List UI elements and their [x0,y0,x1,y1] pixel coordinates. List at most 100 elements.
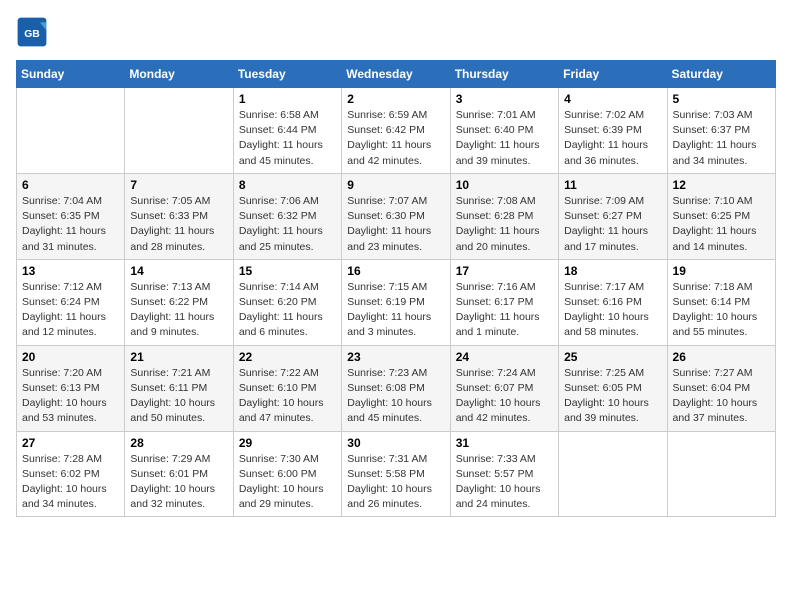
day-info: Sunrise: 7:22 AMSunset: 6:10 PMDaylight:… [239,366,336,427]
weekday-header-row: SundayMondayTuesdayWednesdayThursdayFrid… [17,61,776,88]
day-info: Sunrise: 7:18 AMSunset: 6:14 PMDaylight:… [673,280,770,341]
calendar-cell: 26 Sunrise: 7:27 AMSunset: 6:04 PMDayligh… [667,345,775,431]
day-info: Sunrise: 7:02 AMSunset: 6:39 PMDaylight:… [564,108,661,169]
day-number: 23 [347,350,444,364]
calendar-cell: 10Sunrise: 7:08 AMSunset: 6:28 PMDayligh… [450,173,558,259]
calendar-cell: 17Sunrise: 7:16 AMSunset: 6:17 PMDayligh… [450,259,558,345]
day-info: Sunrise: 7:04 AMSunset: 6:35 PMDaylight:… [22,194,119,255]
day-number: 22 [239,350,336,364]
calendar-cell: 1 Sunrise: 6:58 AMSunset: 6:44 PMDaylight… [233,88,341,174]
day-number: 6 [22,178,119,192]
day-info: Sunrise: 7:24 AMSunset: 6:07 PMDaylight:… [456,366,553,427]
day-info: Sunrise: 7:06 AMSunset: 6:32 PMDaylight:… [239,194,336,255]
calendar-table: SundayMondayTuesdayWednesdayThursdayFrid… [16,60,776,517]
calendar-cell: 8 Sunrise: 7:06 AMSunset: 6:32 PMDaylight… [233,173,341,259]
calendar-cell: 22 Sunrise: 7:22 AMSunset: 6:10 PMDayligh… [233,345,341,431]
day-number: 20 [22,350,119,364]
calendar-cell: 2 Sunrise: 6:59 AMSunset: 6:42 PMDaylight… [342,88,450,174]
calendar-week-row: 27 Sunrise: 7:28 AMSunset: 6:02 PMDayligh… [17,431,776,517]
day-info: Sunrise: 7:31 AMSunset: 5:58 PMDaylight:… [347,452,444,513]
day-number: 21 [130,350,227,364]
day-info: Sunrise: 7:07 AMSunset: 6:30 PMDaylight:… [347,194,444,255]
calendar-cell [125,88,233,174]
day-info: Sunrise: 7:09 AMSunset: 6:27 PMDaylight:… [564,194,661,255]
day-info: Sunrise: 7:30 AMSunset: 6:00 PMDaylight:… [239,452,336,513]
logo-icon: GB [16,16,48,48]
day-number: 29 [239,436,336,450]
day-number: 18 [564,264,661,278]
day-info: Sunrise: 7:01 AMSunset: 6:40 PMDaylight:… [456,108,553,169]
calendar-cell [667,431,775,517]
calendar-cell: 7Sunrise: 7:05 AMSunset: 6:33 PMDaylight… [125,173,233,259]
day-number: 12 [673,178,770,192]
calendar-cell: 21 Sunrise: 7:21 AMSunset: 6:11 PMDayligh… [125,345,233,431]
calendar-cell: 25Sunrise: 7:25 AMSunset: 6:05 PMDayligh… [559,345,667,431]
weekday-header-monday: Monday [125,61,233,88]
calendar-cell: 16 Sunrise: 7:15 AMSunset: 6:19 PMDayligh… [342,259,450,345]
calendar-week-row: 1 Sunrise: 6:58 AMSunset: 6:44 PMDaylight… [17,88,776,174]
day-info: Sunrise: 7:33 AMSunset: 5:57 PMDaylight:… [456,452,553,513]
day-number: 26 [673,350,770,364]
weekday-header-friday: Friday [559,61,667,88]
calendar-cell: 29 Sunrise: 7:30 AMSunset: 6:00 PMDayligh… [233,431,341,517]
day-info: Sunrise: 7:25 AMSunset: 6:05 PMDaylight:… [564,366,661,427]
calendar-cell: 9 Sunrise: 7:07 AMSunset: 6:30 PMDaylight… [342,173,450,259]
calendar-cell: 18Sunrise: 7:17 AMSunset: 6:16 PMDayligh… [559,259,667,345]
calendar-cell: 15 Sunrise: 7:14 AMSunset: 6:20 PMDayligh… [233,259,341,345]
day-number: 11 [564,178,661,192]
day-number: 9 [347,178,444,192]
day-number: 19 [673,264,770,278]
day-number: 8 [239,178,336,192]
day-number: 2 [347,92,444,106]
calendar-cell: 5 Sunrise: 7:03 AMSunset: 6:37 PMDaylight… [667,88,775,174]
calendar-cell: 12 Sunrise: 7:10 AMSunset: 6:25 PMDayligh… [667,173,775,259]
calendar-cell: 6 Sunrise: 7:04 AMSunset: 6:35 PMDaylight… [17,173,125,259]
calendar-cell: 28Sunrise: 7:29 AMSunset: 6:01 PMDayligh… [125,431,233,517]
page-header: GB [16,16,776,48]
calendar-cell: 30 Sunrise: 7:31 AMSunset: 5:58 PMDayligh… [342,431,450,517]
calendar-week-row: 20Sunrise: 7:20 AMSunset: 6:13 PMDayligh… [17,345,776,431]
calendar-week-row: 13 Sunrise: 7:12 AMSunset: 6:24 PMDayligh… [17,259,776,345]
day-info: Sunrise: 7:27 AMSunset: 6:04 PMDaylight:… [673,366,770,427]
calendar-cell: 24 Sunrise: 7:24 AMSunset: 6:07 PMDayligh… [450,345,558,431]
calendar-cell: 11 Sunrise: 7:09 AMSunset: 6:27 PMDayligh… [559,173,667,259]
day-info: Sunrise: 7:03 AMSunset: 6:37 PMDaylight:… [673,108,770,169]
calendar-week-row: 6 Sunrise: 7:04 AMSunset: 6:35 PMDaylight… [17,173,776,259]
day-number: 17 [456,264,553,278]
day-info: Sunrise: 7:14 AMSunset: 6:20 PMDaylight:… [239,280,336,341]
weekday-header-tuesday: Tuesday [233,61,341,88]
day-info: Sunrise: 7:12 AMSunset: 6:24 PMDaylight:… [22,280,119,341]
day-info: Sunrise: 6:59 AMSunset: 6:42 PMDaylight:… [347,108,444,169]
weekday-header-thursday: Thursday [450,61,558,88]
svg-text:GB: GB [24,29,40,40]
day-info: Sunrise: 7:10 AMSunset: 6:25 PMDaylight:… [673,194,770,255]
day-info: Sunrise: 7:23 AMSunset: 6:08 PMDaylight:… [347,366,444,427]
day-info: Sunrise: 7:21 AMSunset: 6:11 PMDaylight:… [130,366,227,427]
calendar-cell: 14Sunrise: 7:13 AMSunset: 6:22 PMDayligh… [125,259,233,345]
day-info: Sunrise: 7:28 AMSunset: 6:02 PMDaylight:… [22,452,119,513]
weekday-header-saturday: Saturday [667,61,775,88]
day-number: 16 [347,264,444,278]
day-number: 7 [130,178,227,192]
day-number: 13 [22,264,119,278]
calendar-cell: 20Sunrise: 7:20 AMSunset: 6:13 PMDayligh… [17,345,125,431]
weekday-header-wednesday: Wednesday [342,61,450,88]
weekday-header-sunday: Sunday [17,61,125,88]
day-info: Sunrise: 7:15 AMSunset: 6:19 PMDaylight:… [347,280,444,341]
day-number: 1 [239,92,336,106]
day-number: 30 [347,436,444,450]
logo: GB [16,16,52,48]
day-info: Sunrise: 7:13 AMSunset: 6:22 PMDaylight:… [130,280,227,341]
day-info: Sunrise: 7:29 AMSunset: 6:01 PMDaylight:… [130,452,227,513]
calendar-cell: 3Sunrise: 7:01 AMSunset: 6:40 PMDaylight… [450,88,558,174]
day-number: 10 [456,178,553,192]
day-info: Sunrise: 6:58 AMSunset: 6:44 PMDaylight:… [239,108,336,169]
day-number: 5 [673,92,770,106]
calendar-cell: 27 Sunrise: 7:28 AMSunset: 6:02 PMDayligh… [17,431,125,517]
calendar-cell: 31Sunrise: 7:33 AMSunset: 5:57 PMDayligh… [450,431,558,517]
day-number: 24 [456,350,553,364]
calendar-cell [17,88,125,174]
day-number: 15 [239,264,336,278]
day-number: 27 [22,436,119,450]
day-number: 4 [564,92,661,106]
